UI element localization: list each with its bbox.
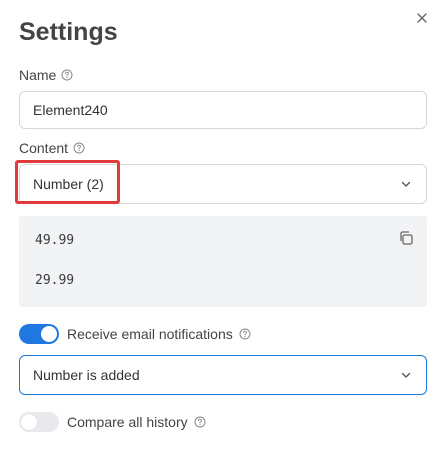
page-title: Settings <box>19 18 118 46</box>
content-value: 29.99 <box>35 273 75 288</box>
content-select[interactable]: Number (2) <box>19 164 427 204</box>
help-icon[interactable] <box>239 328 251 340</box>
help-icon[interactable] <box>61 69 73 81</box>
name-input[interactable] <box>19 91 427 129</box>
name-label-row: Name <box>19 67 73 83</box>
content-value: 49.99 <box>35 233 75 248</box>
notification-trigger-select[interactable]: Number is added <box>19 355 427 395</box>
compare-history-label: Compare all history <box>67 414 188 430</box>
email-notifications-label: Receive email notifications <box>67 326 233 342</box>
notification-trigger-value: Number is added <box>33 367 140 383</box>
content-label-row: Content <box>19 140 85 156</box>
compare-history-row: Compare all history <box>19 412 206 432</box>
help-icon[interactable] <box>194 416 206 428</box>
content-label: Content <box>19 140 69 156</box>
email-notifications-row: Receive email notifications <box>19 324 251 344</box>
settings-panel: Settings Name Content Number (2) 49.99 2… <box>0 0 438 453</box>
copy-icon[interactable] <box>398 230 414 246</box>
close-icon[interactable] <box>413 9 431 27</box>
compare-history-toggle[interactable] <box>19 412 59 432</box>
name-label: Name <box>19 67 57 83</box>
help-icon[interactable] <box>73 142 85 154</box>
chevron-down-icon <box>401 181 411 187</box>
content-select-value: Number (2) <box>33 176 104 192</box>
email-notifications-toggle[interactable] <box>19 324 59 344</box>
toggle-knob <box>41 326 57 342</box>
content-values-box: 49.99 29.99 <box>19 216 427 307</box>
chevron-down-icon <box>401 372 411 378</box>
toggle-knob <box>21 414 37 430</box>
